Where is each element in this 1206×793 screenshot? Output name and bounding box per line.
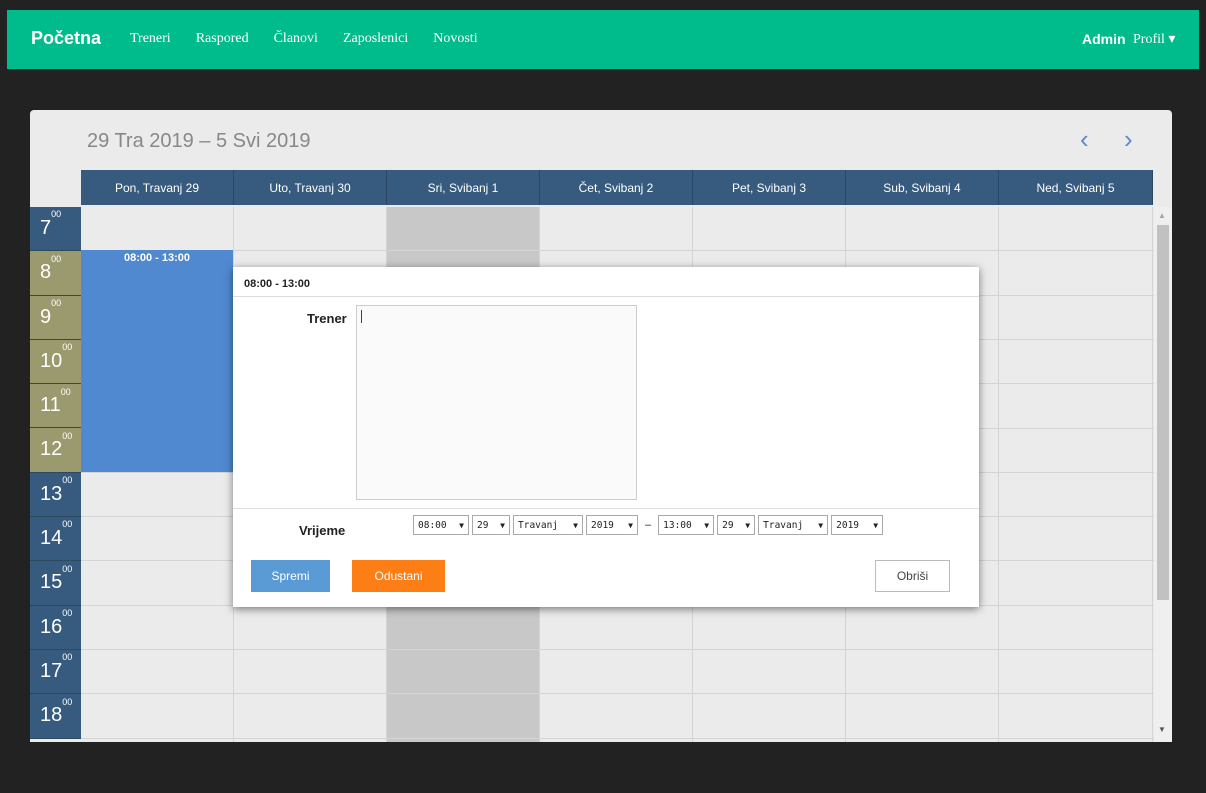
dropdown-arrow-icon: ▼ bbox=[573, 520, 578, 530]
dropdown-arrow-icon: ▼ bbox=[704, 520, 710, 530]
hour-label: 1200 bbox=[30, 428, 81, 473]
scrollbar-thumb[interactable] bbox=[1157, 225, 1169, 600]
hour-divider bbox=[81, 250, 1154, 252]
hour-divider bbox=[81, 693, 1154, 695]
nav-link-treneri[interactable]: Treneri bbox=[130, 31, 171, 47]
hour-label: 1100 bbox=[30, 384, 81, 429]
hour-label: 900 bbox=[30, 295, 81, 340]
hour-label: 800 bbox=[30, 251, 81, 296]
dropdown-arrow-icon: ▼ bbox=[745, 520, 751, 530]
end-month-select[interactable]: Travanj ▼ bbox=[758, 515, 829, 535]
cancel-button[interactable]: Odustani bbox=[352, 560, 445, 592]
day-header-mon[interactable]: Pon, Travanj 29 bbox=[81, 170, 234, 205]
day-header-sun[interactable]: Ned, Svibanj 5 bbox=[999, 170, 1153, 205]
nav-brand[interactable]: Početna bbox=[31, 28, 101, 49]
calendar-event[interactable]: 08:00 - 13:00 bbox=[81, 250, 233, 472]
hour-divider bbox=[81, 649, 1154, 650]
dialog-title: 08:00 - 13:00 bbox=[244, 278, 311, 290]
day-header-thu[interactable]: Čet, Svibanj 2 bbox=[540, 170, 693, 205]
dropdown-arrow-icon: ▼ bbox=[873, 520, 879, 530]
text-caret bbox=[361, 310, 362, 323]
scroll-down-icon[interactable]: ▼ bbox=[1158, 725, 1166, 734]
hour-label: 1400 bbox=[30, 517, 81, 562]
top-navbar: Početna Treneri Raspored Članovi Zaposle… bbox=[7, 10, 1199, 69]
day-column[interactable] bbox=[999, 207, 1153, 742]
dropdown-arrow-icon: ▼ bbox=[459, 520, 464, 530]
hour-label: 1700 bbox=[30, 649, 81, 695]
hour-label: 1000 bbox=[30, 339, 81, 385]
event-time-label: 08:00 - 13:00 bbox=[123, 252, 191, 264]
hour-label: 700 bbox=[30, 207, 81, 252]
nav-link-clanovi[interactable]: Članovi bbox=[274, 31, 318, 47]
day-header-fri[interactable]: Pet, Svibanj 3 bbox=[693, 170, 846, 205]
hours-column: 700 800 900 1000 1100 1200 1300 1400 150… bbox=[30, 207, 81, 739]
prev-week-arrow-icon[interactable]: ‹ bbox=[1080, 124, 1089, 155]
save-button[interactable]: Spremi bbox=[251, 560, 330, 592]
hour-label: 1300 bbox=[30, 472, 81, 518]
nav-profile-dropdown[interactable]: Profil ▾ bbox=[1133, 31, 1175, 48]
nav-admin-link[interactable]: Admin bbox=[1082, 31, 1126, 47]
next-week-arrow-icon[interactable]: › bbox=[1124, 124, 1133, 155]
day-header-tue[interactable]: Uto, Travanj 30 bbox=[234, 170, 387, 205]
event-edit-dialog: 08:00 - 13:00 Trener Vrijeme 08:00 ▼ 29 ▼ … bbox=[233, 267, 979, 607]
hour-divider bbox=[81, 737, 1154, 739]
end-day-select[interactable]: 29 ▼ bbox=[717, 515, 756, 535]
day-header-row: Pon, Travanj 29 Uto, Travanj 30 Sri, Svi… bbox=[81, 170, 1153, 205]
end-year-select[interactable]: 2019 ▼ bbox=[831, 515, 884, 535]
range-separator: – bbox=[645, 519, 652, 531]
end-time-select[interactable]: 13:00 ▼ bbox=[658, 515, 715, 535]
dropdown-arrow-icon: ▼ bbox=[500, 520, 505, 530]
day-header-wed[interactable]: Sri, Svibanj 1 bbox=[387, 170, 540, 205]
scroll-up-icon[interactable]: ▲ bbox=[1158, 211, 1166, 220]
dropdown-arrow-icon: ▼ bbox=[628, 520, 633, 530]
time-range-selectors: 08:00 ▼ 29 ▼ Travanj ▼ 2019 ▼ – 13:00 ▼ 29 ▼ T… bbox=[413, 515, 886, 535]
dropdown-arrow-icon: ▼ bbox=[818, 520, 824, 530]
nav-link-raspored[interactable]: Raspored bbox=[196, 31, 249, 47]
nav-links: Treneri Raspored Članovi Zaposlenici Nov… bbox=[130, 31, 503, 47]
calendar-range-title: 29 Tra 2019 – 5 Svi 2019 bbox=[87, 130, 311, 152]
nav-link-novosti[interactable]: Novosti bbox=[433, 31, 477, 47]
trener-label: Trener bbox=[307, 311, 347, 326]
calendar-scrollbar[interactable]: ▲ ▼ bbox=[1154, 207, 1172, 742]
day-header-sat[interactable]: Sub, Svibanj 4 bbox=[846, 170, 999, 205]
vrijeme-label: Vrijeme bbox=[299, 523, 346, 538]
hour-label: 1800 bbox=[30, 694, 81, 739]
dialog-divider bbox=[233, 508, 979, 509]
hour-label: 1500 bbox=[30, 561, 81, 606]
trener-input[interactable] bbox=[356, 305, 637, 500]
start-day-select[interactable]: 29 ▼ bbox=[472, 515, 510, 535]
start-time-select[interactable]: 08:00 ▼ bbox=[413, 515, 469, 535]
dialog-header: 08:00 - 13:00 bbox=[233, 267, 979, 297]
start-year-select[interactable]: 2019 ▼ bbox=[586, 515, 638, 535]
nav-link-zaposlenici[interactable]: Zaposlenici bbox=[343, 31, 408, 47]
start-month-select[interactable]: Travanj ▼ bbox=[513, 515, 583, 535]
hour-label: 1600 bbox=[30, 605, 81, 650]
delete-button[interactable]: Obriši bbox=[875, 560, 950, 592]
